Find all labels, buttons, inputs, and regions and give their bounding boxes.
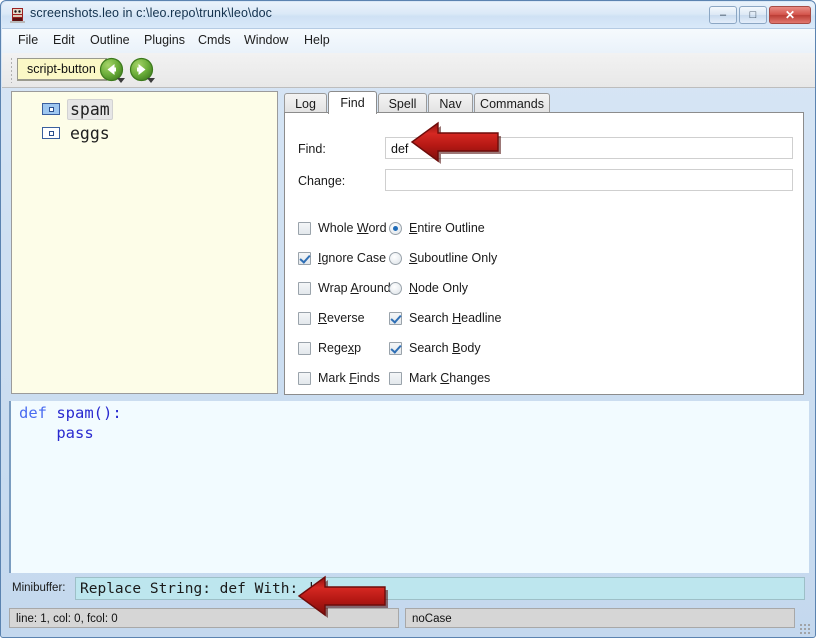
- forward-dropdown-icon[interactable]: [147, 78, 155, 83]
- minimize-icon: –: [719, 8, 727, 21]
- status-mode: noCase: [405, 608, 795, 628]
- script-button[interactable]: script-button: [17, 58, 107, 81]
- checkbox-reverse[interactable]: Reverse: [298, 309, 365, 327]
- checkbox-ignore-case[interactable]: Ignore Case: [298, 249, 386, 267]
- title-bar: screenshots.leo in c:\leo.repo\trunk\leo…: [2, 2, 815, 29]
- radio-label: Node Only: [409, 281, 469, 295]
- radio-button-icon[interactable]: [389, 251, 402, 265]
- checkbox-label: Regexp: [318, 341, 362, 355]
- checkbox-search-headline[interactable]: Search Headline: [389, 309, 501, 327]
- checkbox-label: Search Headline: [409, 311, 502, 325]
- menu-file[interactable]: File: [12, 32, 44, 51]
- toolbar-drag-grip[interactable]: [10, 57, 14, 83]
- node-status-icon[interactable]: [42, 127, 60, 139]
- menu-plugins[interactable]: Plugins: [138, 32, 191, 51]
- tab-nav[interactable]: Nav: [428, 93, 473, 113]
- radio-node-only[interactable]: Node Only: [389, 279, 468, 297]
- find-panel: Find: def Change: Whole Word Ignore Case…: [284, 112, 804, 395]
- checkbox-box-icon[interactable]: [389, 371, 402, 385]
- tab-spell[interactable]: Spell: [378, 93, 427, 113]
- checkbox-label: Reverse: [318, 311, 365, 325]
- checkbox-box-icon[interactable]: [298, 341, 311, 355]
- checkbox-label: Ignore Case: [318, 251, 387, 265]
- checkbox-box-icon[interactable]: [298, 221, 311, 235]
- checkbox-whole-word[interactable]: Whole Word: [298, 219, 387, 237]
- back-button[interactable]: [99, 57, 125, 83]
- change-label: Change:: [298, 174, 346, 188]
- checkbox-regexp[interactable]: Regexp: [298, 339, 361, 357]
- tree-node-spam[interactable]: spam: [42, 98, 113, 120]
- radio-suboutline-only[interactable]: Suboutline Only: [389, 249, 497, 267]
- application-window: screenshots.leo in c:\leo.repo\trunk\leo…: [0, 0, 816, 638]
- checkbox-mark-changes[interactable]: Mark Changes: [389, 369, 490, 387]
- outline-tree-pane[interactable]: spam eggs: [11, 91, 278, 394]
- checkbox-wrap-around[interactable]: Wrap Around: [298, 279, 391, 297]
- radio-button-icon[interactable]: [389, 221, 402, 235]
- resize-grip[interactable]: [799, 623, 811, 635]
- radio-button-icon[interactable]: [389, 281, 402, 295]
- tree-node-label: spam: [67, 98, 113, 120]
- minibuffer-label: Minibuffer:: [12, 582, 66, 594]
- tree-node-eggs[interactable]: eggs: [42, 122, 113, 144]
- checkbox-label: Mark Changes: [409, 371, 491, 385]
- minibuffer-row: Minibuffer: Replace String: def With: |: [9, 575, 809, 603]
- minibuffer-input[interactable]: Replace String: def With: |: [75, 577, 805, 600]
- checkbox-search-body[interactable]: Search Body: [389, 339, 481, 357]
- checkbox-mark-finds[interactable]: Mark Finds: [298, 369, 380, 387]
- radio-label: Entire Outline: [409, 221, 485, 235]
- checkbox-box-icon[interactable]: [389, 341, 402, 355]
- close-icon: ✕: [784, 8, 796, 22]
- close-button[interactable]: ✕: [769, 6, 811, 24]
- checkbox-label: Wrap Around: [318, 281, 391, 295]
- leo-app-icon: [10, 8, 25, 23]
- menu-edit[interactable]: Edit: [47, 32, 81, 51]
- find-input[interactable]: def: [385, 137, 793, 159]
- log-pane-tabs: Log Find Spell Nav Commands: [284, 91, 804, 114]
- find-label: Find:: [298, 142, 326, 156]
- change-input[interactable]: [385, 169, 793, 191]
- checkbox-box-icon[interactable]: [389, 311, 402, 325]
- checkbox-label: Mark Finds: [318, 371, 380, 385]
- maximize-restore-button[interactable]: □: [739, 6, 767, 24]
- back-dropdown-icon[interactable]: [117, 78, 125, 83]
- radio-label: Suboutline Only: [409, 251, 498, 265]
- body-text[interactable]: def spam(): pass: [19, 403, 122, 443]
- minimize-button[interactable]: –: [709, 6, 737, 24]
- radio-entire-outline[interactable]: Entire Outline: [389, 219, 485, 237]
- body-editor-pane[interactable]: def spam(): pass: [9, 401, 809, 573]
- checkbox-box-icon[interactable]: [298, 311, 311, 325]
- menu-bar: File Edit Outline Plugins Cmds Window He…: [2, 29, 815, 54]
- checkbox-box-icon[interactable]: [298, 371, 311, 385]
- restore-icon: □: [749, 8, 757, 21]
- body-line1-rest: spam():: [47, 404, 122, 422]
- checkbox-box-icon[interactable]: [298, 281, 311, 295]
- tree-node-label: eggs: [70, 123, 110, 143]
- menu-window[interactable]: Window: [238, 32, 294, 51]
- status-position: line: 1, col: 0, fcol: 0: [9, 608, 399, 628]
- menu-cmds[interactable]: Cmds: [192, 32, 237, 51]
- toolbar: script-button: [2, 53, 815, 88]
- tab-find[interactable]: Find: [328, 91, 377, 114]
- status-bar: line: 1, col: 0, fcol: 0 noCase: [2, 605, 815, 637]
- body-line2: pass: [19, 424, 94, 442]
- node-status-icon[interactable]: [42, 103, 60, 115]
- body-keyword: def: [19, 404, 47, 422]
- checkbox-box-icon[interactable]: [298, 251, 311, 265]
- tab-commands[interactable]: Commands: [474, 93, 550, 113]
- window-title: screenshots.leo in c:\leo.repo\trunk\leo…: [30, 6, 273, 20]
- menu-help[interactable]: Help: [298, 32, 336, 51]
- forward-button[interactable]: [129, 57, 155, 83]
- checkbox-label: Search Body: [409, 341, 481, 355]
- menu-outline[interactable]: Outline: [84, 32, 136, 51]
- tab-log[interactable]: Log: [284, 93, 327, 113]
- checkbox-label: Whole Word: [318, 221, 387, 235]
